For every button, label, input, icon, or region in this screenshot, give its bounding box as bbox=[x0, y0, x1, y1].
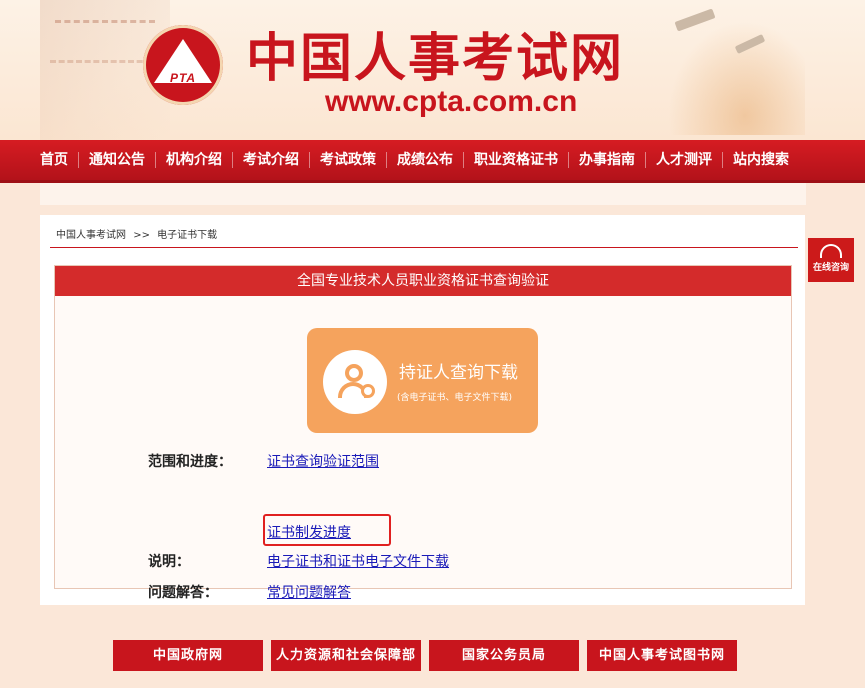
footer-link-bookstore[interactable]: 中国人事考试图书网 bbox=[587, 640, 737, 671]
footer: 中国政府网 人力资源和社会保障部 国家公务员局 中国人事考试图书网 bbox=[0, 612, 865, 688]
logo-text: PTA bbox=[169, 71, 197, 85]
breadcrumb-separator: >> bbox=[133, 230, 150, 241]
holder-query-download-button[interactable]: 持证人查询下载 (含电子证书、电子文件下载) bbox=[307, 328, 538, 433]
progress-link[interactable]: 证书制发进度 bbox=[267, 522, 351, 542]
footer-link-scs[interactable]: 国家公务员局 bbox=[429, 640, 579, 671]
main-content: 中国人事考试网 >> 电子证书下载 全国专业技术人员职业资格证书查询验证 持证人… bbox=[40, 215, 805, 605]
breadcrumb-divider bbox=[50, 247, 798, 248]
online-consult-label: 在线咨询 bbox=[812, 263, 849, 273]
headset-icon bbox=[820, 244, 842, 258]
nav-item-scores[interactable]: 成绩公布 bbox=[387, 152, 464, 168]
certificate-query-panel: 全国专业技术人员职业资格证书查询验证 持证人查询下载 (含电子证书、电子文件下载… bbox=[54, 265, 792, 601]
online-consult-button[interactable]: 在线咨询 bbox=[808, 238, 854, 282]
faq-link[interactable]: 常见问题解答 bbox=[267, 582, 351, 602]
nav-item-policy[interactable]: 考试政策 bbox=[310, 152, 387, 168]
nav-item-home[interactable]: 首页 bbox=[30, 152, 79, 168]
scope-link[interactable]: 证书查询验证范围 bbox=[267, 451, 379, 471]
note-label: 说明： bbox=[148, 554, 190, 570]
footer-link-mohrss[interactable]: 人力资源和社会保障部 bbox=[271, 640, 421, 671]
nav-item-guide[interactable]: 办事指南 bbox=[569, 152, 646, 168]
scope-label: 范围和进度： bbox=[148, 454, 232, 470]
query-card-subtitle: (含电子证书、电子文件下载) bbox=[397, 393, 513, 403]
nav-item-exams[interactable]: 考试介绍 bbox=[233, 152, 310, 168]
pta-logo[interactable]: PTA bbox=[143, 25, 223, 105]
panel-title: 全国专业技术人员职业资格证书查询验证 bbox=[55, 266, 791, 296]
breadcrumb-home[interactable]: 中国人事考试网 bbox=[56, 230, 126, 241]
footer-link-gov[interactable]: 中国政府网 bbox=[113, 640, 263, 671]
download-link[interactable]: 电子证书和证书电子文件下载 bbox=[267, 551, 449, 571]
nav-item-assessment[interactable]: 人才测评 bbox=[646, 152, 723, 168]
main-nav: 首页 通知公告 机构介绍 考试介绍 考试政策 成绩公布 职业资格证书 办事指南 … bbox=[0, 140, 865, 183]
nav-item-certificates[interactable]: 职业资格证书 bbox=[464, 152, 569, 168]
site-url: www.cpta.com.cn bbox=[325, 85, 578, 118]
sub-bar bbox=[40, 183, 806, 205]
site-banner: PTA 中国人事考试网 www.cpta.com.cn bbox=[0, 0, 865, 140]
breadcrumb-current[interactable]: 电子证书下载 bbox=[157, 230, 217, 241]
breadcrumb: 中国人事考试网 >> 电子证书下载 bbox=[56, 226, 217, 241]
site-title: 中国人事考试网 bbox=[246, 29, 625, 89]
query-card-title: 持证人查询下载 bbox=[399, 363, 518, 383]
nav-item-notices[interactable]: 通知公告 bbox=[79, 152, 156, 168]
nav-item-about[interactable]: 机构介绍 bbox=[156, 152, 233, 168]
person-search-icon bbox=[323, 350, 387, 414]
faq-label: 问题解答： bbox=[148, 585, 218, 601]
nav-item-search[interactable]: 站内搜索 bbox=[723, 152, 799, 168]
